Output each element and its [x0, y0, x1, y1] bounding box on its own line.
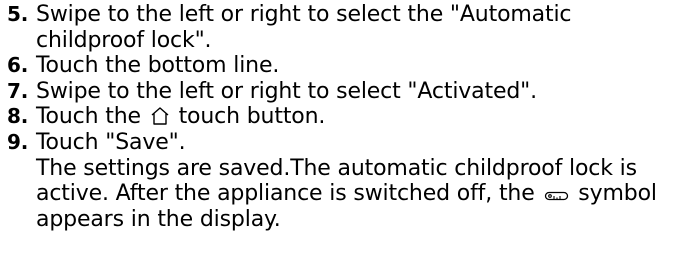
step-number: 7.: [7, 78, 29, 103]
home-icon: [150, 106, 170, 126]
step-result: The settings are saved.The automatic chi…: [36, 156, 676, 233]
step-number: 8.: [7, 104, 29, 129]
step-text: Touch the touch button.: [36, 104, 686, 130]
step-text: Touch "Save".: [36, 129, 186, 155]
step-text: Swipe to the left or right to select "Ac…: [36, 78, 537, 104]
step-number: 5.: [7, 2, 29, 26]
step-8: 8. Touch the touch button.: [0, 104, 686, 130]
step-text-before-icon: Touch the: [36, 104, 141, 130]
step-text: Touch the bottom line.: [36, 53, 280, 79]
key-icon: [543, 189, 569, 203]
step-number: 9.: [7, 129, 29, 154]
instruction-steps: 5. Swipe to the left or right to select …: [0, 2, 686, 277]
step-9: 9. Touch "Save". The settings are saved.…: [0, 130, 686, 232]
step-6: 6. Touch the bottom line.: [0, 53, 686, 79]
step-number: 6.: [7, 53, 29, 78]
step-text-after-icon: touch button.: [178, 104, 326, 130]
step-7: 7. Swipe to the left or right to select …: [0, 79, 686, 105]
step-5: 5. Swipe to the left or right to select …: [0, 2, 686, 53]
step-text: Swipe to the left or right to select the…: [36, 2, 572, 53]
